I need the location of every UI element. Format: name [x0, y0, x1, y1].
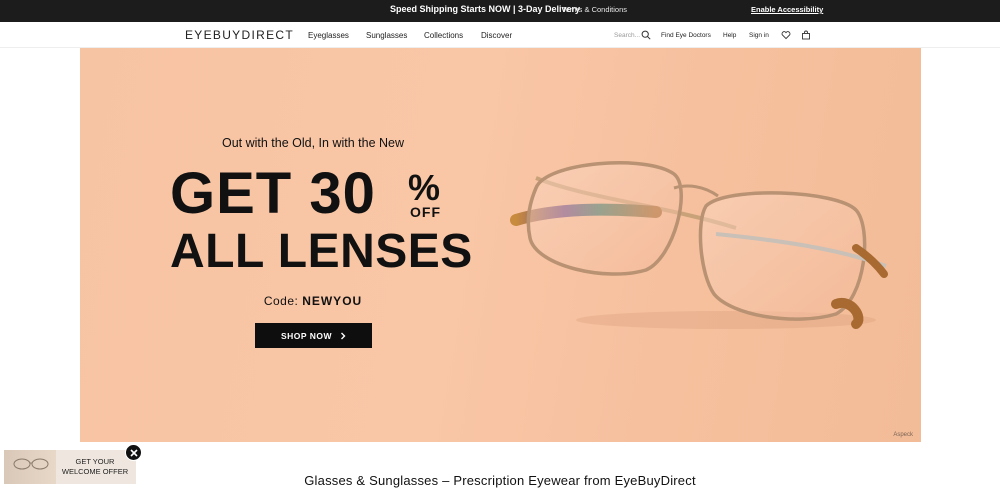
hero-banner[interactable]: Out with the Old, In with the New GET 30… — [80, 48, 921, 442]
shop-now-label: SHOP NOW — [280, 330, 333, 341]
logo-bold: EYEBUY — [185, 28, 242, 42]
promo-code-value: NEWYOU — [302, 294, 363, 308]
chevron-right-icon — [341, 332, 346, 339]
shopping-bag-icon[interactable] — [801, 30, 811, 40]
hero-percent: % — [408, 167, 441, 208]
welcome-offer-text: GET YOUR WELCOME OFFER — [54, 457, 136, 477]
search-icon[interactable] — [641, 30, 651, 40]
logo[interactable]: EYEBUYDIRECT — [185, 28, 294, 42]
promo-code: Code: NEWYOU — [80, 294, 546, 308]
shop-now-button[interactable]: SHOP NOW — [255, 323, 372, 348]
hero-tagline: Out with the Old, In with the New — [221, 136, 405, 150]
photo-credit: Aspeck — [893, 432, 913, 438]
logo-light: DIRECT — [241, 28, 294, 42]
sign-in-link[interactable]: Sign in — [749, 32, 769, 39]
hero-off: OFF — [410, 204, 441, 220]
welcome-line-2: WELCOME OFFER — [61, 467, 129, 476]
eyeglasses-image — [510, 161, 888, 329]
search-input[interactable]: Search... — [614, 32, 640, 39]
close-icon[interactable] — [125, 444, 142, 461]
nav-eyeglasses[interactable]: Eyeglasses — [308, 31, 349, 40]
terms-link[interactable]: Terms & Conditions — [562, 5, 627, 14]
accessibility-link[interactable]: Enable Accessibility — [751, 5, 823, 14]
nav-collections[interactable]: Collections — [424, 31, 463, 40]
promo-code-label: Code: — [263, 294, 299, 308]
heart-icon[interactable] — [781, 30, 791, 40]
model-glasses-icon — [13, 458, 49, 470]
promo-bar: Speed Shipping Starts NOW | 3-Day Delive… — [0, 0, 1000, 22]
hero-headline-get30: GET 30 — [170, 161, 376, 226]
nav-sunglasses[interactable]: Sunglasses — [366, 31, 407, 40]
main-nav: EYEBUYDIRECT Eyeglasses Sunglasses Colle… — [0, 22, 1000, 48]
page-heading: Glasses & Sunglasses – Prescription Eyew… — [304, 473, 696, 488]
welcome-offer-image — [4, 450, 56, 484]
hero-headline-lenses: ALL LENSES — [170, 225, 473, 278]
promo-text[interactable]: Speed Shipping Starts NOW | 3-Day Delive… — [390, 4, 580, 14]
nav-discover[interactable]: Discover — [481, 31, 512, 40]
welcome-line-1: GET YOUR — [75, 457, 115, 466]
close-x-icon — [129, 448, 138, 457]
help-link[interactable]: Help — [723, 32, 736, 39]
find-eye-doctors-link[interactable]: Find Eye Doctors — [661, 32, 711, 39]
welcome-offer-popup[interactable]: GET YOUR WELCOME OFFER — [4, 450, 136, 484]
